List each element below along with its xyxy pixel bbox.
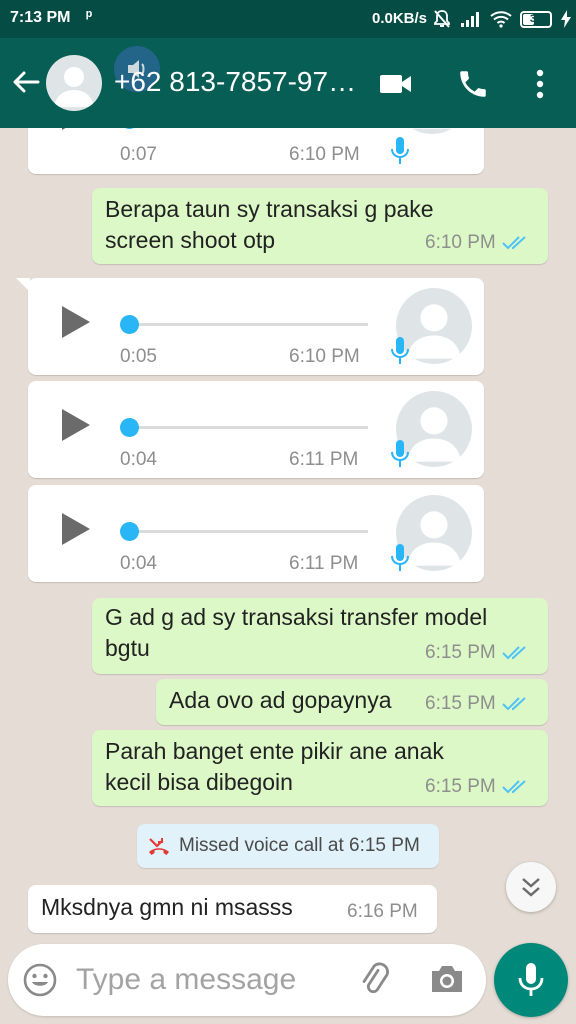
voice-message: 0:04 6:11 PM bbox=[28, 381, 484, 478]
seek-handle[interactable] bbox=[120, 315, 139, 334]
voice-duration: 0:04 bbox=[120, 449, 157, 470]
voice-call-button[interactable] bbox=[453, 64, 493, 104]
mic-icon bbox=[518, 963, 544, 996]
more-vert-icon bbox=[536, 69, 544, 99]
missed-call-text: Missed voice call at 6:15 PM bbox=[179, 835, 420, 856]
seek-handle[interactable] bbox=[120, 418, 139, 437]
play-icon[interactable] bbox=[60, 407, 92, 443]
contact-avatar[interactable] bbox=[46, 55, 102, 111]
read-ticks-icon bbox=[502, 697, 526, 711]
outgoing-message: Parah banget ente pikir ane anak kecil b… bbox=[92, 730, 548, 806]
message-time: 6:16 PM bbox=[347, 901, 418, 922]
phone-call-icon bbox=[460, 71, 486, 97]
video-call-button[interactable] bbox=[376, 64, 416, 104]
mic-icon bbox=[391, 440, 409, 467]
message-time: 6:11 PM bbox=[289, 449, 359, 470]
p-glyph-icon: ᵖ bbox=[86, 8, 93, 25]
voice-message: 0:07 6:10 PM bbox=[28, 128, 484, 174]
seek-handle[interactable] bbox=[120, 128, 139, 129]
message-time: 6:10 PM bbox=[289, 346, 360, 367]
mute-bell-icon bbox=[434, 10, 450, 28]
camera-icon[interactable] bbox=[428, 962, 466, 996]
wifi-icon bbox=[490, 11, 512, 28]
signal-icon bbox=[461, 12, 479, 27]
read-ticks-icon bbox=[502, 236, 526, 250]
incoming-message: Mksdnya gmn ni msasss 6:16 PM bbox=[28, 885, 437, 933]
double-chevron-down-icon bbox=[522, 878, 540, 897]
voice-duration: 0:07 bbox=[120, 144, 157, 165]
play-icon[interactable] bbox=[60, 128, 92, 132]
message-time: 6:15 PM bbox=[425, 693, 496, 714]
emoji-icon[interactable] bbox=[22, 962, 58, 998]
status-icons: 33 bbox=[432, 8, 572, 30]
play-icon[interactable] bbox=[60, 511, 92, 547]
sender-avatar bbox=[394, 128, 470, 134]
message-text-line: screen shoot otp bbox=[105, 227, 276, 253]
charging-icon bbox=[561, 10, 571, 28]
missed-call-icon bbox=[149, 838, 169, 855]
status-bar: 7:13 PM ᵖ 0.0KB/s 33 bbox=[0, 0, 576, 38]
battery-level: 33 bbox=[529, 13, 543, 25]
scroll-to-bottom-button[interactable] bbox=[506, 862, 556, 912]
bubble-tail bbox=[16, 278, 30, 292]
play-icon[interactable] bbox=[60, 304, 92, 340]
message-text-line: G ad g ad sy transaksi transfer model bbox=[105, 604, 488, 630]
voice-progress-track[interactable] bbox=[126, 530, 368, 533]
attach-icon[interactable] bbox=[358, 962, 394, 998]
message-input[interactable] bbox=[76, 958, 346, 1002]
voice-duration: 0:04 bbox=[120, 553, 157, 574]
back-arrow-icon bbox=[13, 71, 40, 93]
contact-name[interactable]: +62 813-7857-97… bbox=[114, 66, 364, 98]
outgoing-message: Ada ovo ad gopaynya 6:15 PM bbox=[156, 679, 548, 725]
seek-handle[interactable] bbox=[120, 522, 139, 541]
message-time: 6:11 PM bbox=[289, 553, 359, 574]
message-time: 6:15 PM bbox=[425, 776, 496, 797]
voice-record-button[interactable] bbox=[494, 943, 568, 1017]
back-button[interactable] bbox=[10, 66, 42, 98]
battery-icon: 33 bbox=[520, 10, 552, 28]
video-call-icon bbox=[380, 75, 411, 93]
voice-message: 0:05 6:10 PM bbox=[16, 278, 484, 375]
chat-header: +62 813-7857-97… bbox=[0, 38, 576, 128]
message-text-line: Ada ovo ad gopaynya bbox=[169, 687, 392, 713]
voice-progress-track[interactable] bbox=[126, 426, 368, 429]
mic-icon bbox=[391, 337, 409, 364]
message-list[interactable]: 0:07 6:10 PM Berapa taun sy transaksi g … bbox=[0, 128, 576, 938]
outgoing-message: Berapa taun sy transaksi g pake screen s… bbox=[92, 188, 548, 264]
voice-message: 0:04 6:11 PM bbox=[28, 485, 484, 582]
message-time: 6:15 PM bbox=[425, 642, 496, 663]
message-time: 6:10 PM bbox=[289, 144, 360, 165]
mic-icon bbox=[391, 137, 409, 164]
message-text-line: Parah banget ente pikir ane anak bbox=[105, 738, 444, 764]
read-ticks-icon bbox=[502, 646, 526, 660]
status-time: 7:13 PM bbox=[10, 9, 71, 26]
read-ticks-icon bbox=[502, 780, 526, 794]
message-composer bbox=[8, 944, 486, 1016]
missed-call-notice[interactable]: Missed voice call at 6:15 PM bbox=[137, 824, 439, 868]
message-text-line: Mksdnya gmn ni msasss bbox=[41, 894, 293, 920]
message-time: 6:10 PM bbox=[425, 232, 496, 253]
voice-duration: 0:05 bbox=[120, 346, 157, 367]
voice-progress-track[interactable] bbox=[126, 323, 368, 326]
more-options-button[interactable] bbox=[520, 64, 560, 104]
outgoing-message: G ad g ad sy transaksi transfer model bg… bbox=[92, 598, 548, 674]
message-text-line: kecil bisa dibegoin bbox=[105, 769, 293, 795]
mic-icon bbox=[391, 544, 409, 571]
network-speed: 0.0KB/s bbox=[372, 10, 428, 27]
message-text-line: Berapa taun sy transaksi g pake bbox=[105, 196, 434, 222]
